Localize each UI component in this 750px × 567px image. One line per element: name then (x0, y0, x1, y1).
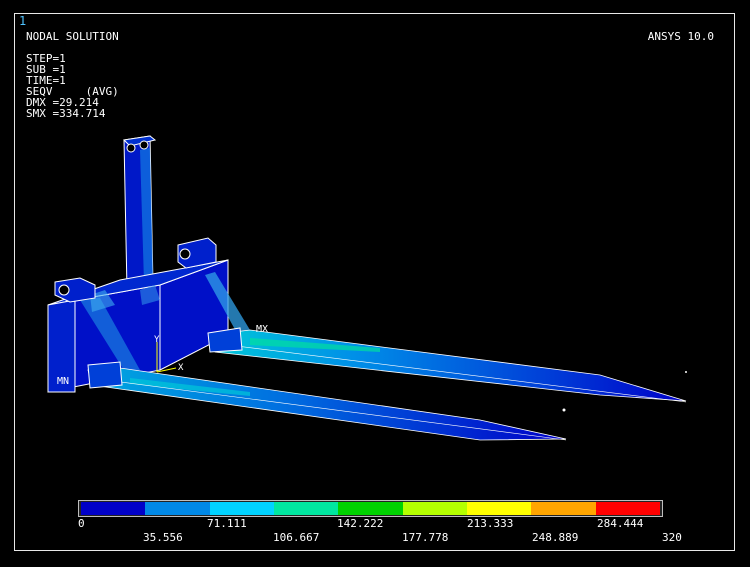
fem-model-view[interactable]: MX MN Y X (0, 0, 750, 567)
min-marker: MN (57, 376, 69, 387)
lug-left (54, 277, 96, 303)
legend-swatch (273, 502, 339, 515)
legend-label: 213.333 (467, 517, 514, 530)
legend-label: 177.778 (402, 531, 449, 544)
max-marker: MX (256, 324, 268, 335)
ansys-graphics-window: 1 NODAL SOLUTION ANSYS 10.0 STEP=1 SUB =… (0, 0, 750, 567)
legend-swatch (338, 502, 403, 515)
legend-swatch (595, 502, 660, 515)
legend-label: 35.556 (143, 531, 183, 544)
legend-label: 0 (78, 517, 85, 530)
legend-label: 320 (662, 531, 682, 544)
contour-legend (78, 500, 663, 517)
legend-swatch (402, 502, 467, 515)
legend-label: 106.667 (273, 531, 320, 544)
legend-label: 248.889 (532, 531, 579, 544)
legend-label: 71.111 (207, 517, 247, 530)
legend-swatch (209, 502, 274, 515)
legend-swatch (145, 502, 210, 515)
lug-right (177, 237, 217, 269)
legend-swatch (81, 502, 146, 515)
legend-label: 142.222 (337, 517, 384, 530)
legend-label: 284.444 (597, 517, 644, 530)
mast (122, 135, 157, 291)
axis-y-label: Y (154, 335, 160, 345)
legend-swatch (466, 502, 532, 515)
axis-x-label: X (178, 363, 184, 373)
legend-swatch (531, 502, 596, 515)
